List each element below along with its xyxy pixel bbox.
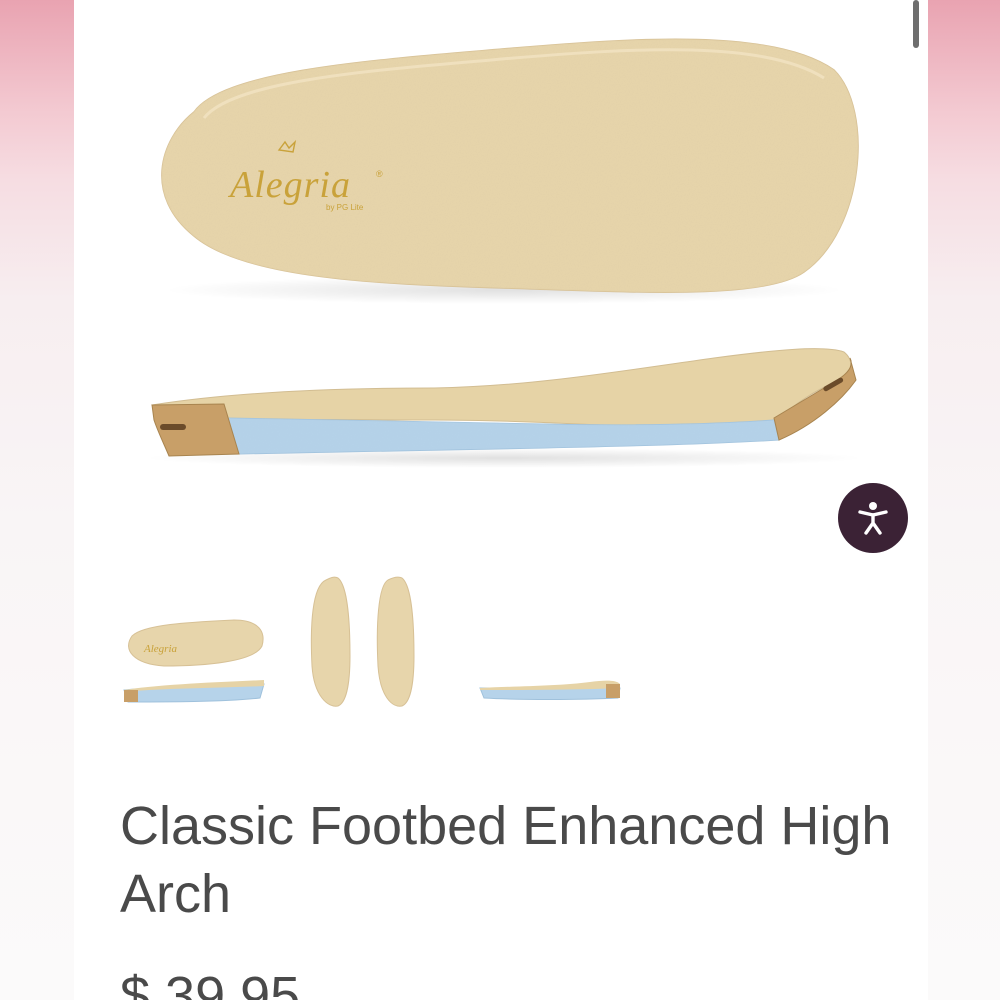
logo-text: Alegria	[227, 164, 351, 206]
thumbnail-side-profile-view[interactable]	[470, 566, 626, 716]
thumbnail-logo: Alegria	[143, 643, 177, 655]
footbed-side-view	[151, 348, 857, 457]
thumbnail-gallery: Alegria	[114, 566, 634, 716]
product-price: $ 39.95	[120, 966, 301, 1000]
product-main-image[interactable]: Alegria ® by PG Lite	[74, 0, 928, 560]
thumbnail-image	[310, 576, 415, 707]
product-title: Classic Footbed Enhanced High Arch	[120, 796, 892, 924]
logo-subtext: by PG Lite	[326, 203, 364, 212]
thumbnail-image: Alegria	[123, 619, 265, 703]
thumbnail-top-and-side-view[interactable]: Alegria	[114, 566, 270, 716]
thumbnail-pair-top-view[interactable]	[292, 566, 448, 716]
scrollbar[interactable]	[913, 0, 919, 48]
product-page: Alegria ® by PG Lite Alegria Classic Foo…	[74, 0, 928, 1000]
accessibility-button[interactable]	[838, 483, 908, 553]
thumbnail-image	[479, 680, 621, 700]
svg-text:®: ®	[376, 169, 383, 179]
accessibility-icon	[858, 502, 888, 535]
footbed-illustration: Alegria ® by PG Lite	[144, 38, 864, 468]
